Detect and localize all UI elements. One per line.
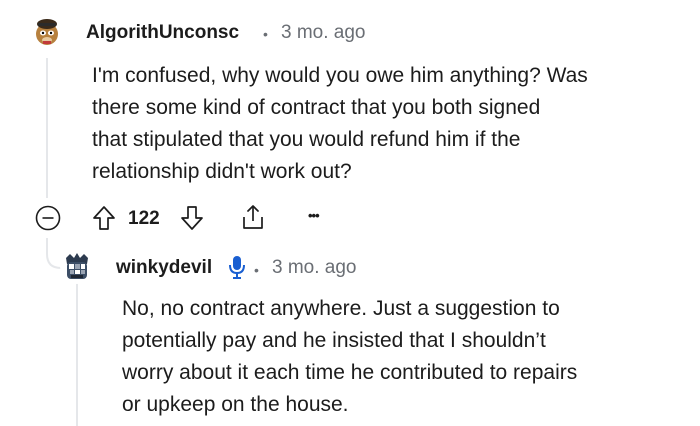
avatar-winkydevil[interactable] (60, 250, 94, 284)
comment-body: I'm confused, why would you owe him anyt… (92, 60, 588, 188)
reply-body-line: potentially pay and he insisted that I s… (122, 329, 546, 352)
reply-body-line: worry about it each time he contributed … (122, 361, 578, 384)
reply-thread-line (76, 282, 78, 426)
reply-body-line: No, no contract anywhere. Just a suggest… (122, 297, 560, 320)
comment-thread-line (46, 58, 48, 198)
share-button[interactable] (238, 202, 268, 232)
microphone-icon (227, 254, 247, 285)
upvote-button[interactable] (90, 204, 118, 232)
meta-separator: • (263, 26, 268, 42)
reply-username[interactable]: winkydevil (116, 257, 212, 279)
reply-timestamp: 3 mo. ago (272, 257, 357, 278)
reply-body-line: or upkeep on the house. (122, 393, 349, 416)
downvote-button[interactable] (178, 204, 206, 232)
comment-timestamp: 3 mo. ago (281, 22, 366, 43)
comment-body-line: that stipulated that you would refund hi… (92, 128, 521, 151)
comment-body-line: there some kind of contract that you bot… (92, 96, 541, 119)
comment-body-line: I'm confused, why would you owe him anyt… (92, 64, 588, 87)
meta-separator: • (254, 262, 259, 278)
comment-username[interactable]: AlgorithUnconsc (86, 22, 239, 44)
comment-body-line: relationship didn't work out? (92, 160, 352, 183)
share-icon (243, 205, 263, 229)
vote-count: 122 (128, 208, 160, 229)
upvote-arrow-icon (93, 206, 115, 230)
reply-body: No, no contract anywhere. Just a suggest… (122, 293, 577, 421)
collapse-button[interactable] (34, 204, 62, 232)
more-options-button[interactable]: ••• (308, 208, 320, 223)
avatar-algorithunconsc[interactable] (30, 14, 64, 48)
collapse-minus-icon (35, 205, 61, 231)
downvote-arrow-icon (181, 206, 203, 230)
